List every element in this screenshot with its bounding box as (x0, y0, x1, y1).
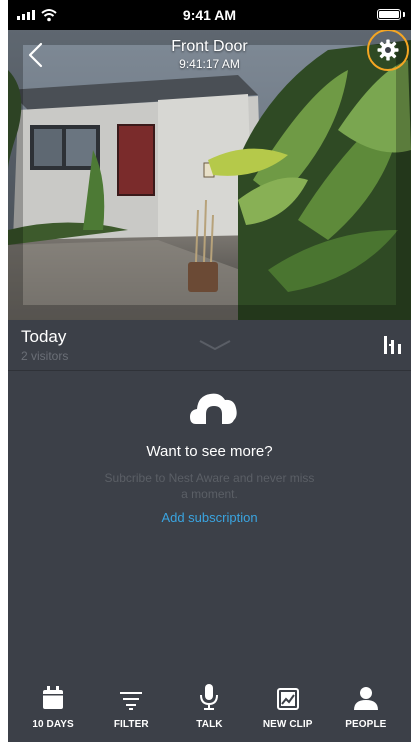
filter-icon (120, 692, 143, 710)
add-subscription-link[interactable]: Add subscription (8, 510, 411, 525)
microphone-icon (200, 684, 219, 710)
visitor-count: 2 visitors (21, 349, 69, 363)
calendar-icon (43, 686, 64, 709)
camera-title: Front Door (171, 38, 248, 55)
battery-icon (377, 9, 401, 20)
bottom-toolbar: 10 DAYS FILTER TALK NEW CLIP PEOPLE (8, 680, 411, 742)
people-button[interactable]: PEOPLE (331, 680, 401, 730)
ten-days-button[interactable]: 10 DAYS (18, 680, 88, 730)
nest-aware-cloud-icon (190, 393, 237, 424)
filter-button[interactable]: FILTER (96, 680, 166, 730)
promo-description: Subcribe to Nest Aware and never miss a … (104, 471, 315, 501)
today-header[interactable]: Today 2 visitors (8, 320, 411, 371)
camera-feed[interactable]: Front Door 9:41:17 AM (8, 30, 411, 320)
person-icon (353, 687, 378, 710)
timeline-icon[interactable] (383, 335, 403, 355)
status-time: 9:41 AM (182, 7, 237, 23)
new-clip-icon (276, 688, 299, 710)
camera-timestamp: 9:41:17 AM (179, 57, 240, 71)
gear-icon (377, 39, 399, 61)
phone-screen: 9:41 AM Front Door 9:41:17 AM Today 2 vi… (8, 0, 411, 742)
promo-title: Want to see more? (146, 443, 273, 460)
new-clip-button[interactable]: NEW CLIP (253, 680, 323, 730)
chevron-down-icon[interactable] (198, 339, 232, 351)
talk-button[interactable]: TALK (174, 680, 244, 730)
camera-image (8, 30, 411, 320)
status-bar: 9:41 AM (8, 0, 411, 30)
settings-button[interactable] (367, 30, 409, 71)
today-title: Today (21, 327, 67, 346)
